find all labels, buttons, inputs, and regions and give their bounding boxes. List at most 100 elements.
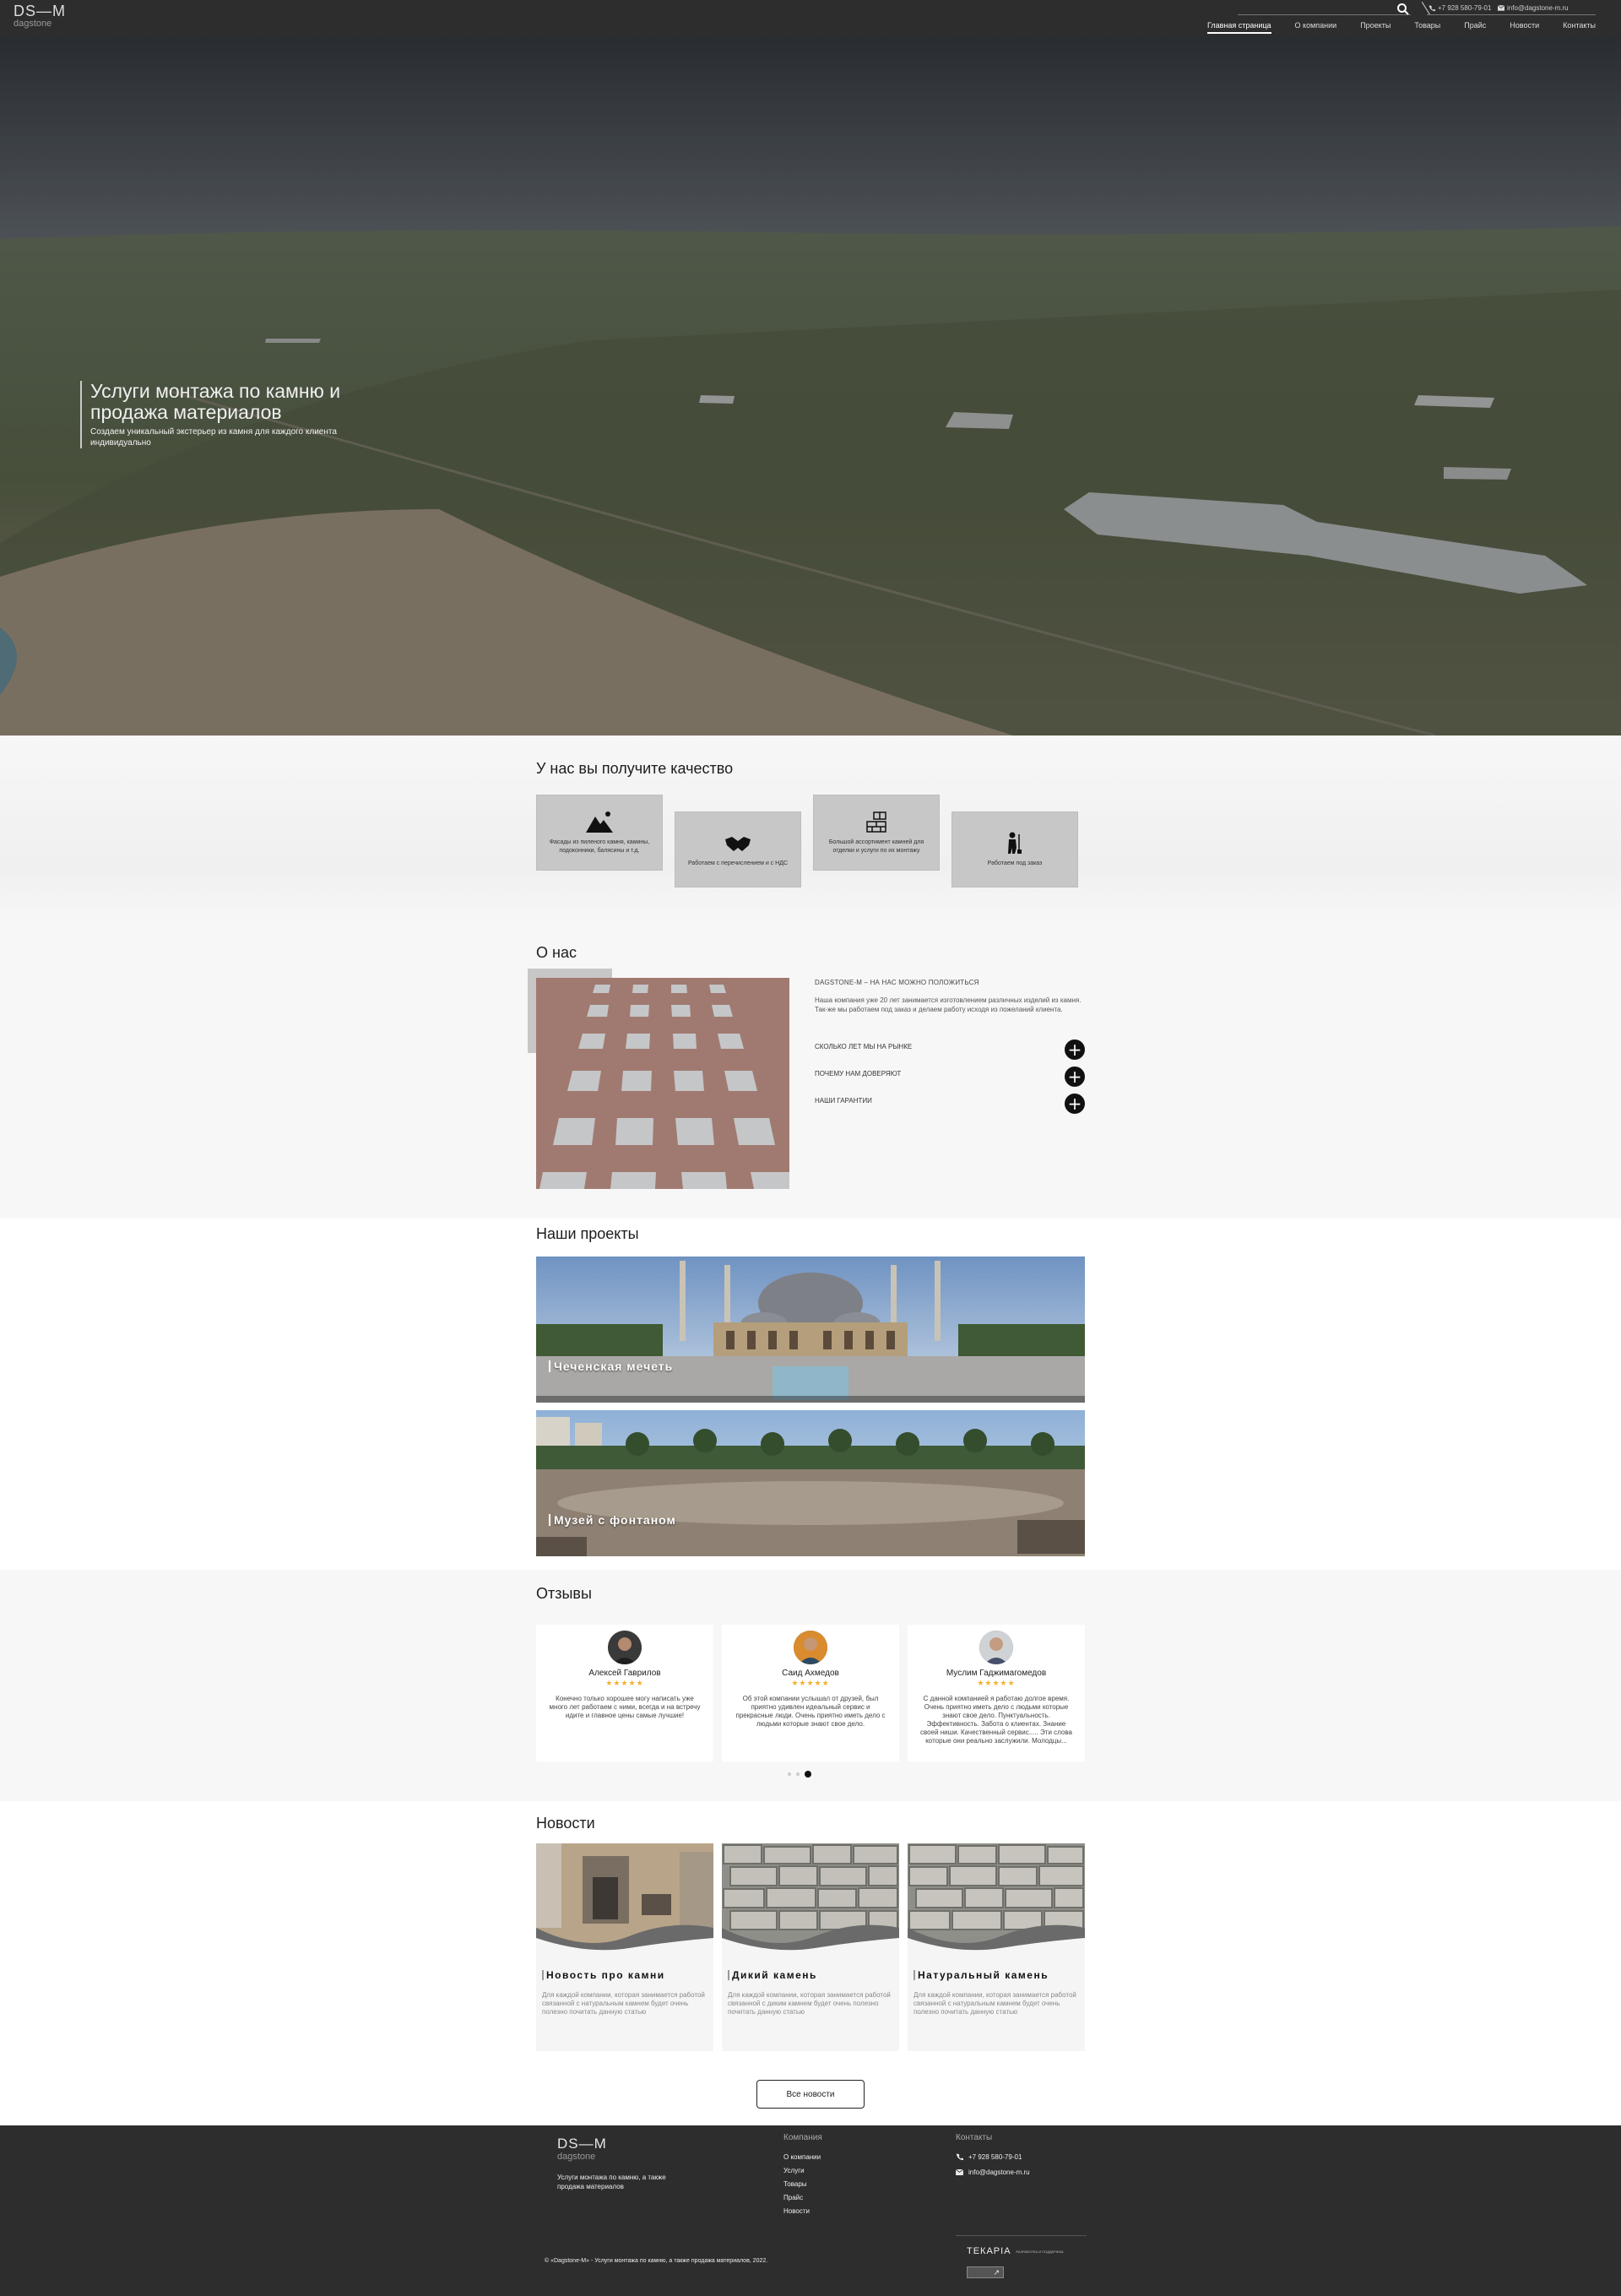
carousel-dot[interactable] [788,1772,791,1776]
accordion-trust[interactable]: ПОЧЕМУ НАМ ДОВЕРЯЮТ + [815,1067,1085,1087]
footer-link-about[interactable]: О компании [783,2153,821,2161]
footer-email-text: info@dagstone-m.ru [968,2168,1030,2176]
all-news-button[interactable]: Все новости [756,2080,865,2109]
accordion-years[interactable]: СКОЛЬКО ЛЕТ МЫ НА РЫНКЕ + [815,1039,1085,1060]
news-card-title: Дикий камень [728,1970,817,1980]
accordion-label: НАШИ ГАРАНТИИ [815,1097,872,1105]
quality-card-text: Работаем с перечислением и с НДС [687,860,789,866]
header-phone-text: +7 928 580-79-01 [1438,4,1492,12]
hero-text-block: Услуги монтажа по камню и продажа матери… [80,381,384,448]
news-card[interactable]: Дикий камень Для каждой компании, котора… [722,1843,899,2051]
contact-underline [1427,14,1596,15]
rating-stars: ★★★★★ [605,1680,644,1688]
news-card-title: Новость про камни [542,1970,665,1980]
footer-phone-text: +7 928 580-79-01 [968,2153,1022,2161]
quality-card-vat[interactable]: Работаем с перечислением и с НДС [675,811,801,887]
mosque-image [536,1257,1085,1403]
news-image [536,1843,713,1957]
news-card[interactable]: Новость про камни Для каждой компании, к… [536,1843,713,2051]
review-card: Алексей Гаврилов ★★★★★ Конечно только хо… [536,1625,713,1761]
review-text: Об этой компании услышал от друзей, был … [735,1695,886,1728]
news-card[interactable]: Натуральный камень Для каждой компании, … [908,1843,1085,2051]
quality-card-assortment[interactable]: Большой ассортимент камней для отделки и… [813,795,940,871]
search-icon[interactable] [1396,3,1410,16]
handshake-icon [725,837,751,851]
nav-home[interactable]: Главная страница [1207,21,1271,34]
nav-projects[interactable]: Проекты [1360,21,1391,34]
project-title: Чеченская мечеть [549,1360,673,1372]
reviews-title: Отзывы [536,1585,592,1602]
quality-card-text: Работаем под заказ [987,860,1043,866]
plus-icon[interactable]: + [1065,1067,1085,1087]
granite-paving-image [536,978,789,1189]
worker-icon [1008,832,1022,854]
nav-price[interactable]: Прайс [1464,21,1486,34]
review-card: Муслим Гаджимагомедов ★★★★★ С данной ком… [908,1625,1085,1761]
footer-phone[interactable]: +7 928 580-79-01 [956,2153,1022,2161]
avatar [794,1631,827,1664]
footer-link-price[interactable]: Прайс [783,2194,803,2201]
site-logo[interactable]: DS—M dagstone [14,3,66,29]
news-image [722,1843,899,1957]
quality-section [0,735,1621,923]
nav-contacts[interactable]: Контакты [1563,21,1596,34]
search-input[interactable] [1238,14,1411,15]
project-card-museum[interactable]: Музей с фонтаном [536,1410,1085,1556]
nav-about[interactable]: О компании [1295,21,1337,34]
site-footer: DS—M dagstone Услуги монтажа по камню, а… [0,2125,1621,2296]
phone-icon [956,2153,963,2161]
header-email[interactable]: info@dagstone-m.ru [1498,4,1569,12]
rating-stars: ★★★★★ [791,1680,830,1688]
developer-logo[interactable]: ТЕКАРIA РАЗРАБОТКА И ПОДДЕРЖКА [967,2246,1064,2256]
hero-subtitle: Создаем уникальный экстерьер из камня дл… [90,427,337,448]
developer-badge[interactable]: ↗ [967,2266,1004,2278]
carousel-dot[interactable] [796,1772,800,1776]
quality-card-text: Фасады из пиленого камня, камины, подоко… [549,839,650,854]
footer-email[interactable]: info@dagstone-m.ru [956,2168,1030,2176]
about-section [0,923,1621,1219]
header-phone[interactable]: +7 928 580-79-01 [1429,4,1491,12]
plus-icon[interactable]: + [1065,1094,1085,1114]
accordion-guarantees[interactable]: НАШИ ГАРАНТИИ + [815,1094,1085,1114]
brick-wall-icon [866,811,886,833]
news-title: Новости [536,1815,595,1832]
carousel-dots [788,1771,811,1778]
avatar [608,1631,642,1664]
nav-goods[interactable]: Товары [1414,21,1440,34]
footer-link-news[interactable]: Новости [783,2207,810,2215]
fountain-image [536,1410,1085,1556]
quality-card-facades[interactable]: Фасады из пиленого камня, камины, подоко… [536,795,663,871]
footer-link-services[interactable]: Услуги [783,2167,805,2174]
footer-logo-sub: dagstone [557,2152,596,2162]
review-author: Муслим Гаджимагомедов [946,1669,1047,1678]
news-image [908,1843,1085,1957]
review-card: Саид Ахмедов ★★★★★ Об этой компании услы… [722,1625,899,1761]
footer-logo[interactable]: DS—M dagstone [557,2136,607,2162]
logo-main-text: DS—M [14,3,66,19]
hero-title: Услуги монтажа по камню и продажа матери… [90,380,341,423]
rating-stars: ★★★★★ [977,1680,1016,1688]
logo-sub-text: dagstone [14,19,52,29]
quality-title: У нас вы получите качество [536,760,734,777]
avatar [979,1631,1013,1664]
mountain-icon [586,811,613,833]
about-text: Наша компания уже 20 лет занимается изго… [815,996,1082,1013]
footer-company-title: Компания [783,2133,822,2142]
project-title: Музей с фонтаном [549,1514,676,1526]
footer-logo-main: DS—M [557,2136,607,2152]
quality-card-custom[interactable]: Работаем под заказ [951,811,1078,887]
footer-divider [956,2235,1087,2236]
nav-news[interactable]: Новости [1510,21,1539,34]
news-card-text: Для каждой компании, которая занимается … [542,1991,705,2016]
news-card-text: Для каждой компании, которая занимается … [914,1991,1076,2016]
footer-link-goods[interactable]: Товары [783,2180,807,2188]
mail-icon [1498,5,1504,11]
footer-tagline: Услуги монтажа по камню, а также продажа… [557,2174,666,2190]
footer-contacts-title: Контакты [956,2133,993,2142]
accordion-label: ПОЧЕМУ НАМ ДОВЕРЯЮТ [815,1070,902,1077]
about-heading: DAGSTONE-M – НА НАС МОЖНО ПОЛОЖИТЬСЯ [815,979,979,986]
plus-icon[interactable]: + [1065,1039,1085,1060]
carousel-dot-active[interactable] [805,1771,811,1778]
mail-icon [956,2169,963,2175]
project-card-mosque[interactable]: Чеченская мечеть [536,1257,1085,1403]
